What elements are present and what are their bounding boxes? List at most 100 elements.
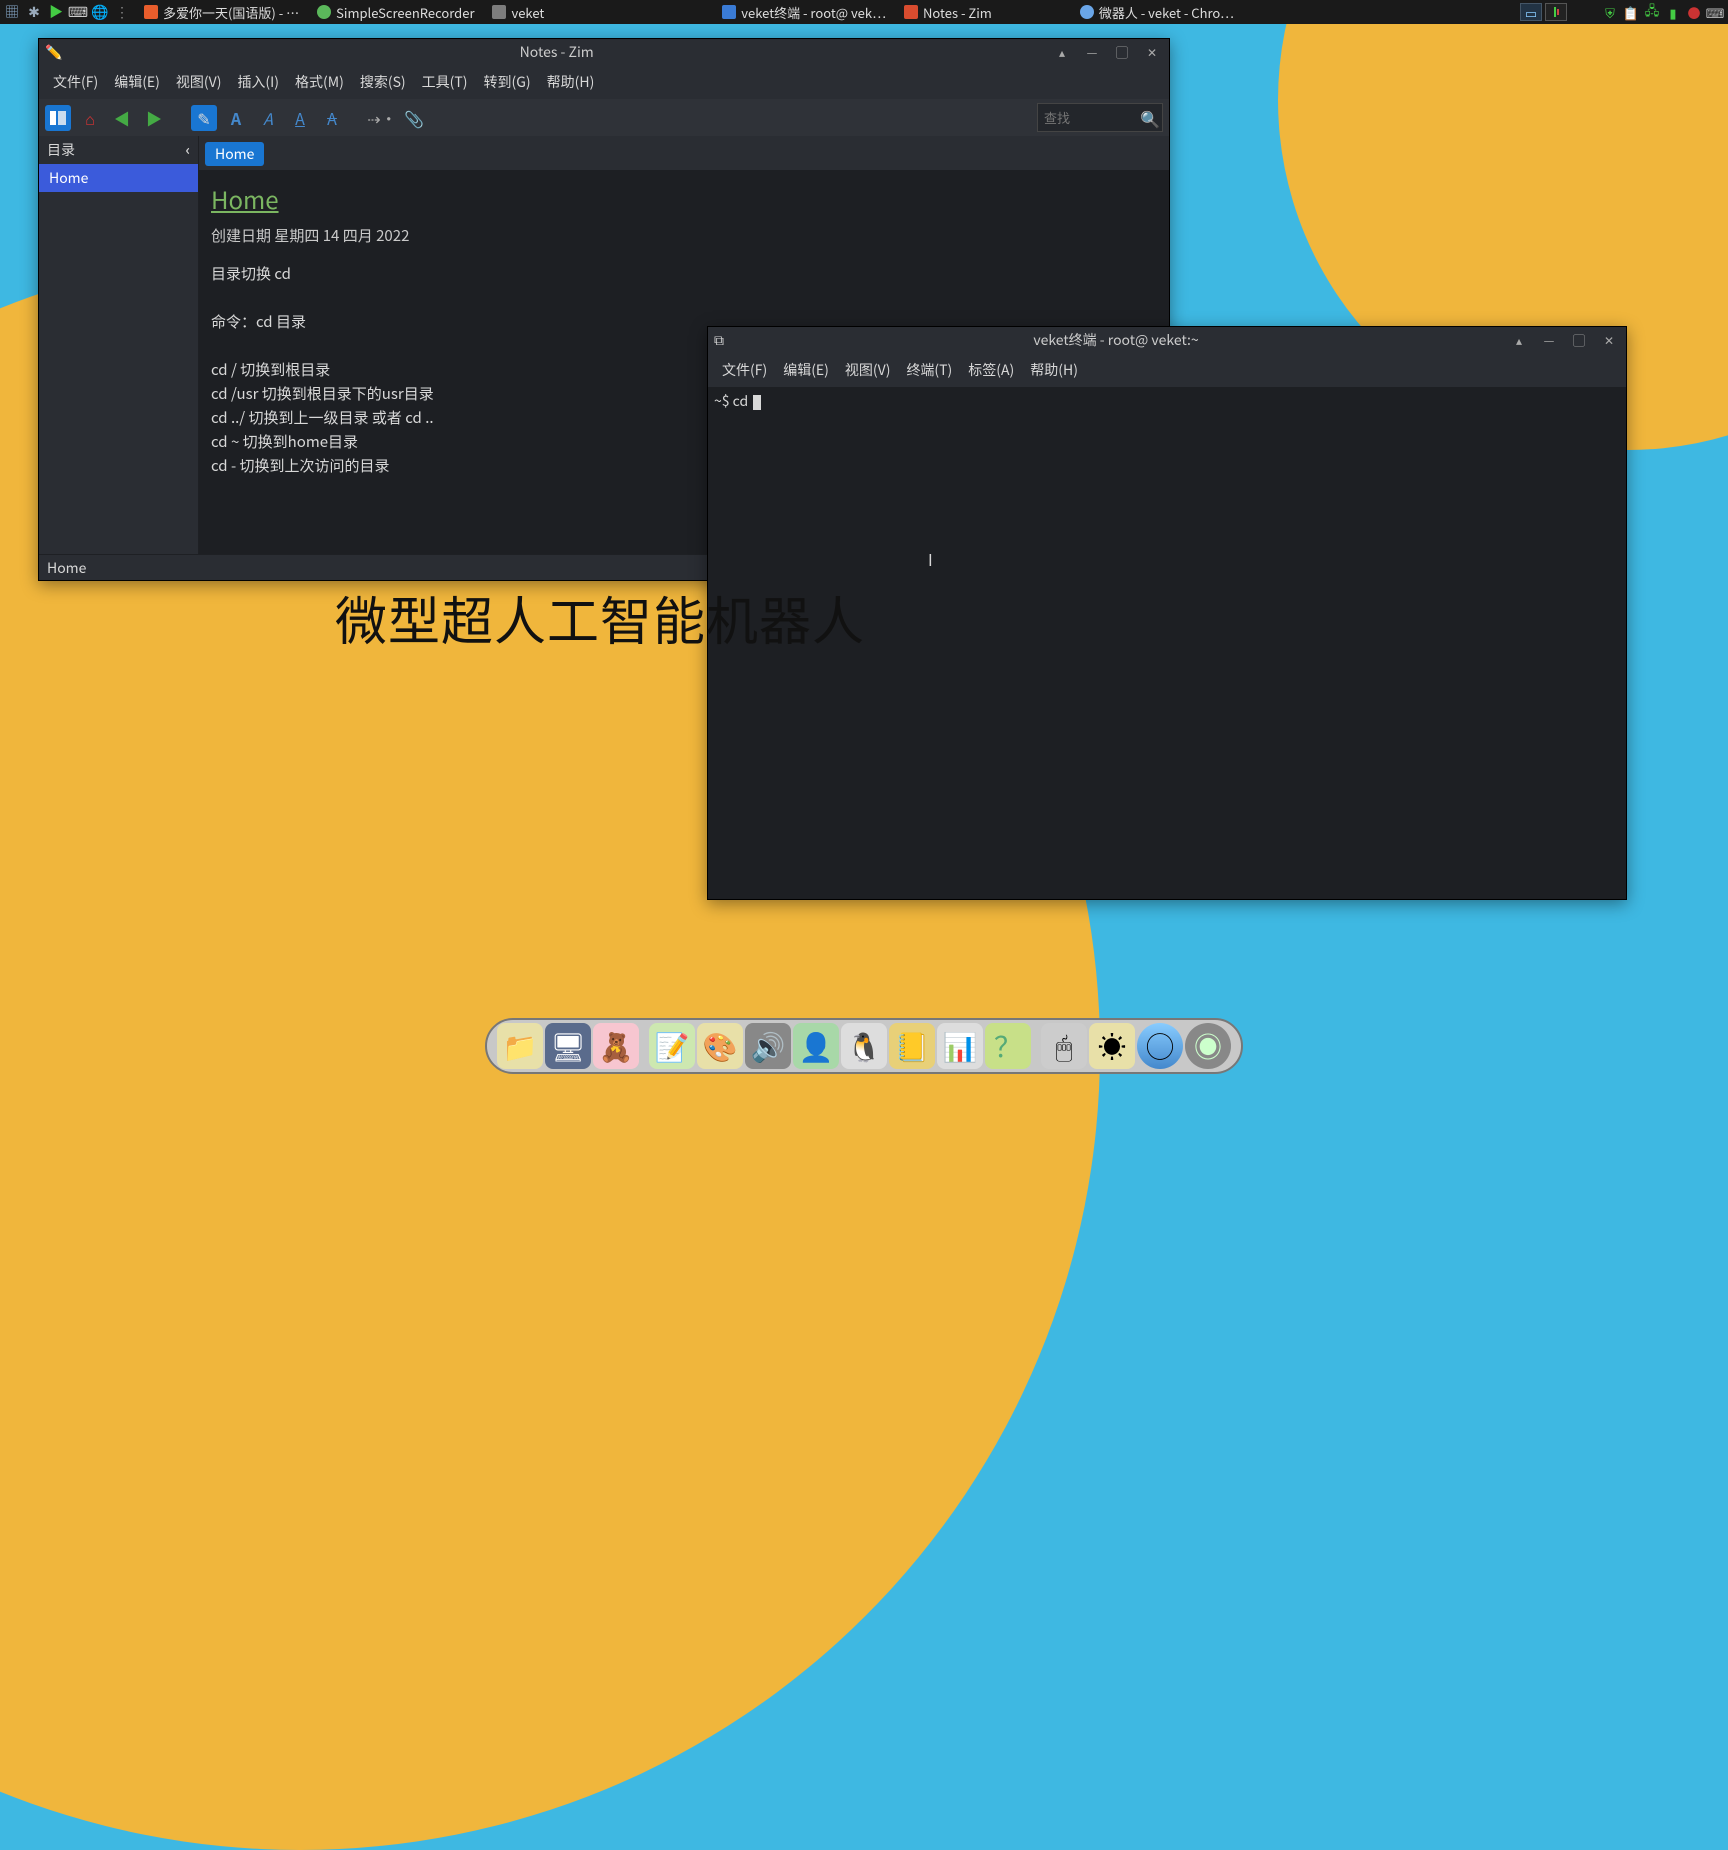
- task-zim[interactable]: Notes - Zim: [896, 1, 1000, 23]
- term-menu-help[interactable]: 帮助(H): [1022, 356, 1086, 384]
- display-icon[interactable]: ▭: [1520, 3, 1542, 21]
- zim-app-icon: ✏️: [45, 42, 62, 62]
- keyboard-icon[interactable]: ⌨: [1706, 3, 1724, 21]
- terminal-prompt: ~$ cd: [714, 391, 751, 411]
- term-menu-terminal[interactable]: 终端(T): [898, 356, 960, 384]
- play-icon[interactable]: ▶: [46, 2, 66, 22]
- task-filemanager[interactable]: veket: [484, 1, 552, 23]
- globe-icon[interactable]: 🌐: [90, 2, 110, 22]
- menu-format[interactable]: 格式(M): [287, 68, 352, 96]
- menu-search[interactable]: 搜索(S): [352, 68, 414, 96]
- rollup-button[interactable]: ▴: [1508, 330, 1530, 350]
- dock-media-icon[interactable]: 🔊: [745, 1023, 791, 1069]
- term-menu-tabs[interactable]: 标签(A): [960, 356, 1022, 384]
- menu-goto[interactable]: 转到(G): [476, 68, 539, 96]
- zim-icon: [904, 5, 918, 19]
- menu-insert[interactable]: 插入(I): [229, 68, 287, 96]
- zim-toolbar: ⌂ ◀ ▶ ✎ A A A A ⇢• 📎 🔍: [39, 99, 1169, 136]
- search-box: 🔍: [1037, 103, 1163, 132]
- recorder-icon: [317, 5, 331, 19]
- terminal-menubar: 文件(F) 编辑(E) 视图(V) 终端(T) 标签(A) 帮助(H): [708, 353, 1626, 387]
- menu-file[interactable]: 文件(F): [45, 68, 106, 96]
- dock: 📁 🖥 🧸 📝 🎨 🔊 👤 🐧 📒 📊 ？ 🖱 ☀ ◯ ◉: [485, 1018, 1243, 1074]
- editor-line: 目录切换 cd: [211, 262, 1157, 286]
- dock-notes-icon[interactable]: 📝: [649, 1023, 695, 1069]
- link-button[interactable]: ⇢•: [369, 105, 395, 131]
- dock-penguin-icon[interactable]: 🐧: [841, 1023, 887, 1069]
- menu-edit[interactable]: 编辑(E): [106, 68, 168, 96]
- dock-book-icon[interactable]: 📒: [889, 1023, 935, 1069]
- menu-help[interactable]: 帮助(H): [539, 68, 603, 96]
- search-icon[interactable]: 🔍: [1138, 106, 1162, 130]
- system-monitor-icon[interactable]: ▦: [2, 2, 22, 22]
- zim-menubar: 文件(F) 编辑(E) 视图(V) 插入(I) 格式(M) 搜索(S) 工具(T…: [39, 65, 1169, 99]
- dock-chrome-icon[interactable]: ◯: [1137, 1023, 1183, 1069]
- maximize-button[interactable]: ▢: [1568, 330, 1590, 350]
- task-label: veket终端 - root@ vek…: [741, 3, 886, 22]
- breadcrumb-home[interactable]: Home: [205, 142, 264, 166]
- task-label: 多爱你一天(国语版) - …: [163, 3, 299, 22]
- rollup-button[interactable]: ▴: [1051, 42, 1073, 62]
- edit-toggle-button[interactable]: ✎: [191, 105, 217, 131]
- dock-files-icon[interactable]: 📁: [497, 1023, 543, 1069]
- task-label: Notes - Zim: [923, 3, 992, 22]
- dock-brightness-icon[interactable]: ☀: [1089, 1023, 1135, 1069]
- sidebar-header: 目录 ‹: [39, 136, 198, 164]
- taskbar-tasks: 多爱你一天(国语版) - … SimpleScreenRecorder veke…: [136, 1, 1520, 23]
- dock-display-icon[interactable]: 🖥: [545, 1023, 591, 1069]
- task-music[interactable]: 多爱你一天(国语版) - …: [136, 1, 307, 23]
- task-chrome[interactable]: 微器人 - veket - Chro…: [1072, 1, 1242, 23]
- menu-view[interactable]: 视图(V): [168, 68, 230, 96]
- italic-button[interactable]: A: [255, 105, 281, 131]
- dock-user-icon[interactable]: 👤: [793, 1023, 839, 1069]
- minimize-button[interactable]: —: [1538, 330, 1560, 350]
- chevron-left-icon[interactable]: ‹: [185, 140, 190, 160]
- dock-mouse-icon[interactable]: 🖱: [1041, 1023, 1087, 1069]
- search-input[interactable]: [1038, 104, 1138, 131]
- underline-button[interactable]: A: [287, 105, 313, 131]
- dock-paint-icon[interactable]: 🎨: [697, 1023, 743, 1069]
- terminal-app-icon: ⧉: [714, 330, 724, 350]
- sidebar-item-home[interactable]: Home: [39, 164, 198, 192]
- dock-help-icon[interactable]: ？: [985, 1023, 1031, 1069]
- editor-line: [211, 286, 1157, 310]
- minimize-button[interactable]: —: [1081, 42, 1103, 62]
- page-date: 创建日期 星期四 14 四月 2022: [211, 224, 1157, 248]
- heading-button[interactable]: A: [223, 105, 249, 131]
- task-label: SimpleScreenRecorder: [336, 3, 474, 22]
- term-menu-edit[interactable]: 编辑(E): [775, 356, 837, 384]
- maximize-button[interactable]: ▢: [1111, 42, 1133, 62]
- network-icon[interactable]: 🖧: [1643, 3, 1661, 21]
- term-menu-file[interactable]: 文件(F): [714, 356, 775, 384]
- terminal-titlebar[interactable]: ⧉ veket终端 - root@ veket:~ ▴ — ▢ ✕: [708, 327, 1626, 353]
- term-menu-view[interactable]: 视图(V): [837, 356, 899, 384]
- dock-chart-icon[interactable]: 📊: [937, 1023, 983, 1069]
- forward-button[interactable]: ▶: [141, 105, 167, 131]
- task-terminal[interactable]: veket终端 - root@ vek…: [714, 1, 894, 23]
- record-icon[interactable]: ●: [1685, 3, 1703, 21]
- toggle-sidebar-button[interactable]: [45, 105, 71, 131]
- terminal-cursor: [753, 395, 761, 410]
- task-recorder[interactable]: SimpleScreenRecorder: [309, 1, 482, 23]
- menu-tools[interactable]: 工具(T): [414, 68, 476, 96]
- dock-camera-icon[interactable]: ◉: [1185, 1023, 1231, 1069]
- back-button[interactable]: ◀: [109, 105, 135, 131]
- breadcrumb: Home: [199, 136, 1169, 170]
- clipboard-icon[interactable]: 📋: [1622, 3, 1640, 21]
- close-button[interactable]: ✕: [1598, 330, 1620, 350]
- battery-icon[interactable]: ▮: [1664, 3, 1682, 21]
- bug-icon[interactable]: ✱: [24, 2, 44, 22]
- strike-button[interactable]: A: [319, 105, 345, 131]
- close-button[interactable]: ✕: [1141, 42, 1163, 62]
- terminal-tray-icon[interactable]: ⌨: [68, 2, 88, 22]
- taskbar: ▦ ✱ ▶ ⌨ 🌐 ⋮ 多爱你一天(国语版) - … SimpleScreenR…: [0, 0, 1728, 24]
- sidebar-title: 目录: [47, 140, 75, 160]
- dock-pet-icon[interactable]: 🧸: [593, 1023, 639, 1069]
- desktop-caption: 微型超人工智能机器人: [335, 580, 865, 655]
- shield-icon[interactable]: ⛨: [1601, 3, 1619, 21]
- zim-titlebar[interactable]: ✏️ Notes - Zim ▴ — ▢ ✕: [39, 39, 1169, 65]
- cpu-icon[interactable]: [1545, 3, 1567, 21]
- home-button[interactable]: ⌂: [77, 105, 103, 131]
- attach-button[interactable]: 📎: [401, 105, 427, 131]
- page-heading: Home: [211, 180, 1157, 218]
